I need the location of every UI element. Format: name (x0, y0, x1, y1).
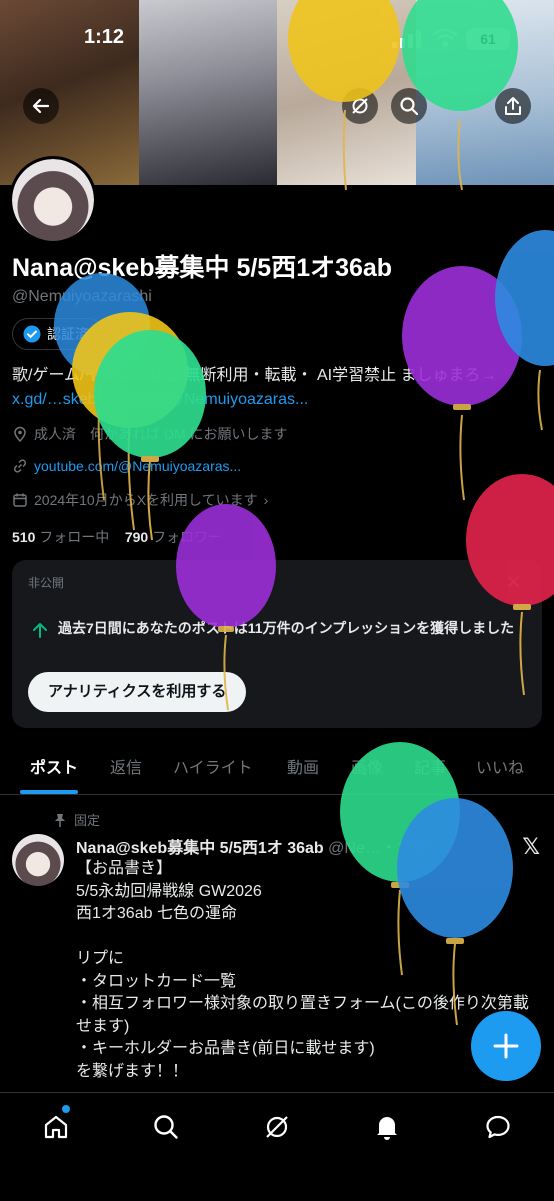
followers-label: フォロワー (152, 529, 222, 545)
pin-icon (54, 813, 66, 827)
bell-icon (373, 1113, 401, 1141)
website-link[interactable]: youtube.com/@Nemuiyoazaras... (34, 458, 241, 474)
plus-icon (493, 1033, 519, 1059)
followers-link[interactable]: 790 フォロワー (125, 529, 222, 545)
profile-joined[interactable]: 2024年10月からXを利用しています › (12, 490, 268, 510)
post-line: 【お品書き】 (76, 858, 544, 881)
post-avatar[interactable] (12, 834, 64, 886)
grok-button[interactable] (342, 88, 378, 124)
post-author[interactable]: Nana@skeb募集中 5/5西1オ 36ab (76, 840, 324, 857)
post-line: 5/5永劫回帰戦線 GW2026 (76, 881, 544, 904)
profile-tabs: ポスト 返信 ハイライト 動画 画像 記事 いいね (0, 742, 554, 795)
profile-bio: 歌/ゲーム/イラストなど 無断利用・転載・ AI学習禁止 ましゅまろ→ x.gd… (12, 364, 548, 412)
post-handle-date: @Ne…・12日 (328, 840, 431, 857)
back-button[interactable] (23, 88, 59, 124)
compose-button[interactable] (471, 1011, 541, 1081)
nav-grok[interactable] (259, 1109, 295, 1145)
followers-count: 790 (125, 529, 148, 545)
tab-videos[interactable]: 動画 (287, 754, 319, 778)
avatar-image (12, 159, 94, 241)
post-header: Nana@skeb募集中 5/5西1オ 36ab @Ne…・12日 (76, 834, 431, 858)
following-count: 510 (12, 529, 35, 545)
verified-label: 認証済 (47, 324, 89, 344)
profile-name: Nana@skeb募集中 5/5西1オ36ab (12, 248, 392, 284)
tab-likes[interactable]: いいね (476, 754, 524, 778)
search-icon (399, 96, 419, 116)
impressions-message: 過去7日間にあなたのポストは11万件のインプレッションを獲得しました (58, 618, 528, 638)
tab-posts[interactable]: ポスト (30, 754, 78, 778)
nav-home[interactable] (38, 1109, 74, 1145)
active-tab-indicator (20, 790, 78, 794)
impressions-arrow-icon (32, 622, 48, 638)
tab-media[interactable]: 画像 (351, 754, 383, 778)
x-logo-icon: 𝕏 (522, 834, 540, 860)
bio-text: 歌/ゲーム/イラストなど 無断利用・転載・ AI学習禁止 ましゅまろ→ (12, 367, 497, 384)
back-arrow-icon (31, 96, 51, 116)
chevron-right-icon: › (264, 492, 269, 508)
post-line: を繋げます！！ (76, 1061, 544, 1084)
follow-stats: 510 フォロー中 790 フォロワー (12, 527, 222, 547)
wifi-icon (432, 28, 458, 48)
share-icon (503, 96, 523, 116)
location-icon (12, 426, 28, 442)
verified-icon (23, 325, 41, 343)
location-text: 成人済 何かあれば DM にお願いします (34, 424, 288, 444)
tab-replies[interactable]: 返信 (110, 754, 142, 778)
status-bar: 1:12 61 (0, 24, 554, 54)
grok-nav-icon (263, 1113, 291, 1141)
private-analytics-card: 非公開 ✕ 過去7日間にあなたのポストは11万件のインプレッションを獲得しました… (12, 560, 542, 728)
bio-link[interactable]: x.gd/…skeb→skeb.jp/@Nemuiyoazaras... (12, 391, 308, 408)
search-button[interactable] (391, 88, 427, 124)
tab-articles[interactable]: 記事 (414, 754, 446, 778)
private-label: 非公開 (28, 574, 64, 591)
following-link[interactable]: 510 フォロー中 (12, 529, 109, 545)
battery-indicator: 61 (466, 28, 510, 50)
profile-website[interactable]: youtube.com/@Nemuiyoazaras... (12, 458, 241, 474)
post-line: 西1オ36ab 七色の運命 (76, 903, 544, 926)
messages-icon (484, 1113, 512, 1141)
post-line: リプに (76, 948, 544, 971)
calendar-icon (12, 492, 28, 508)
bottom-navigation (0, 1092, 554, 1201)
pinned-label: 固定 (74, 810, 100, 829)
cellular-signal-icon (392, 30, 422, 48)
analytics-button[interactable]: アナリティクスを利用する (28, 672, 246, 712)
profile-handle: @Nemuiyoazarashi (12, 288, 152, 306)
close-icon[interactable]: ✕ (505, 570, 522, 595)
search-nav-icon (152, 1113, 180, 1141)
share-button[interactable] (495, 88, 531, 124)
grok-icon (350, 96, 370, 116)
nav-search[interactable] (148, 1109, 184, 1145)
post-line: ・タロットカード一覧 (76, 971, 544, 994)
profile-avatar[interactable] (9, 156, 97, 244)
status-time: 1:12 (84, 26, 124, 49)
pinned-indicator: 固定 (54, 810, 100, 829)
following-label: フォロー中 (39, 529, 109, 545)
tab-highlights[interactable]: ハイライト (173, 754, 253, 778)
notification-dot (62, 1105, 70, 1113)
home-icon (42, 1113, 70, 1141)
profile-location: 成人済 何かあれば DM にお願いします (12, 424, 288, 444)
joined-text: 2024年10月からXを利用しています (34, 490, 258, 510)
nav-messages[interactable] (480, 1109, 516, 1145)
post-line (76, 926, 544, 949)
nav-notifications[interactable] (369, 1109, 405, 1145)
verified-badge-button[interactable]: 認証済 (12, 318, 104, 350)
link-icon (12, 458, 28, 474)
